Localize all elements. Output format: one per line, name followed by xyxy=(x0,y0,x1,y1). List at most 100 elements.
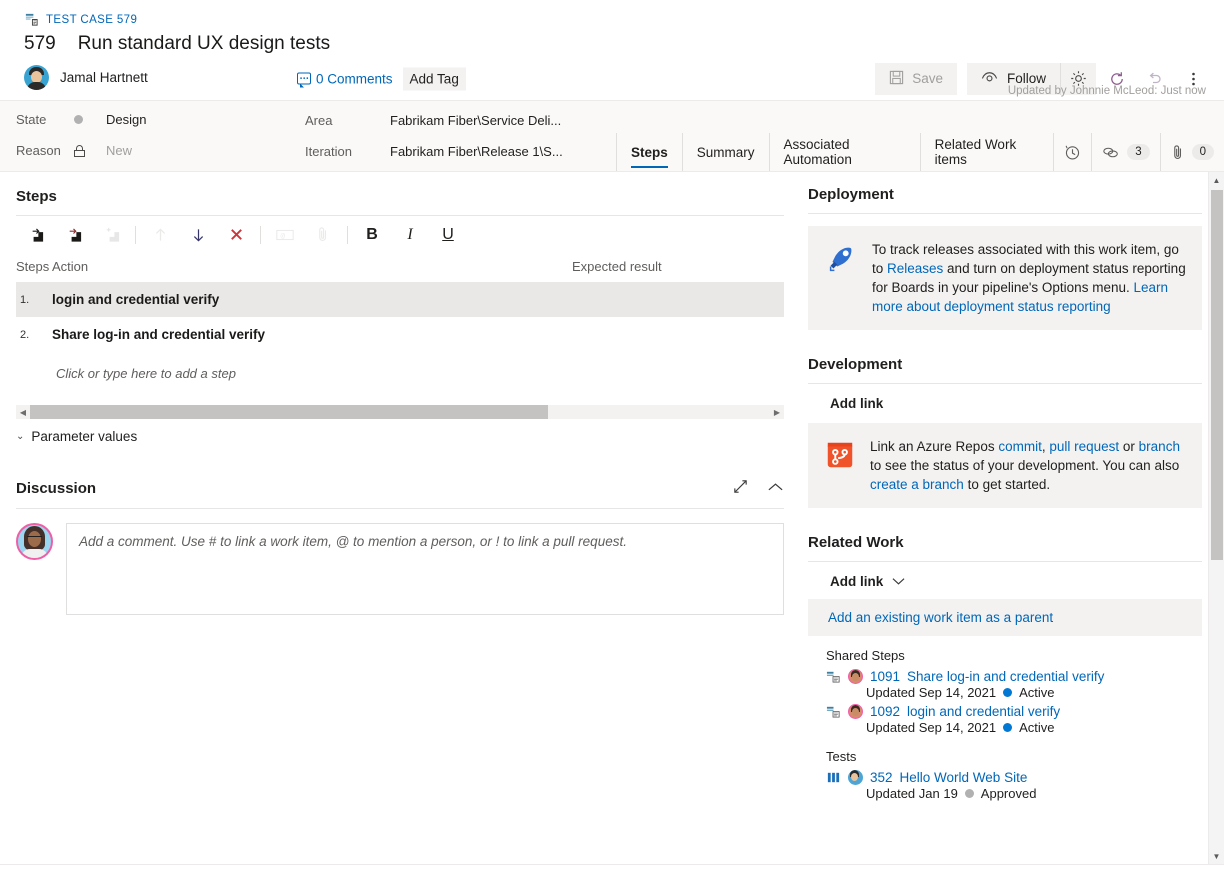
add-parent-card[interactable]: Add an existing work item as a parent xyxy=(808,599,1202,636)
branch-link[interactable]: branch xyxy=(1139,439,1180,454)
link-item-title[interactable]: Share log-in and credential verify xyxy=(907,669,1104,684)
save-button[interactable]: Save xyxy=(875,62,957,95)
scroll-track[interactable] xyxy=(30,405,770,419)
pull-request-link[interactable]: pull request xyxy=(1049,439,1119,454)
breadcrumb[interactable]: TEST CASE 579 xyxy=(0,6,1224,29)
link-item-title[interactable]: Hello World Web Site xyxy=(900,770,1028,785)
create-a-branch-link[interactable]: create a branch xyxy=(870,477,964,492)
work-item-body: Steps @ B I U Steps Action Expected resu… xyxy=(0,172,1224,864)
scroll-left-arrow[interactable]: ◀ xyxy=(16,408,30,417)
comments-and-tags: ••• 0 Comments Add Tag xyxy=(297,67,466,90)
field-area-value[interactable]: Fabrikam Fiber\Service Deli... xyxy=(390,113,561,128)
field-state-label: State xyxy=(16,112,47,127)
shared-steps-icon xyxy=(826,669,841,684)
step-number: 1. xyxy=(20,294,30,306)
add-step-placeholder[interactable]: Click or type here to add a step xyxy=(16,352,784,381)
fields-strip: State Design Reason New Area Fabrikam Fi… xyxy=(0,85,1224,172)
link-item-id[interactable]: 352 xyxy=(870,770,893,785)
deployment-message: To track releases associated with this w… xyxy=(872,240,1186,316)
step-action-text[interactable]: login and credential verify xyxy=(52,292,784,307)
lock-icon xyxy=(74,144,85,157)
steps-horizontal-scrollbar[interactable]: ◀ ▶ xyxy=(16,405,784,419)
comment-input[interactable]: Add a comment. Use # to link a work item… xyxy=(66,523,784,615)
work-item-tabs: Steps Summary Associated Automation Rela… xyxy=(616,131,1224,171)
field-reason-value: New xyxy=(106,143,133,158)
commit-link[interactable]: commit xyxy=(998,439,1042,454)
rocket-icon xyxy=(824,240,858,316)
table-row[interactable]: 1. login and credential verify xyxy=(16,282,784,317)
insert-parameter-icon: @ xyxy=(266,221,304,249)
add-tag-button[interactable]: Add Tag xyxy=(402,67,466,90)
avatar xyxy=(848,704,863,719)
link-item-meta: Updated Sep 14, 2021 Active xyxy=(826,684,1202,700)
list-item[interactable]: 1091 Share log-in and credential verify … xyxy=(808,667,1202,702)
discussion-body: Add a comment. Use # to link a work item… xyxy=(16,509,784,615)
tab-history-icon[interactable] xyxy=(1054,133,1093,171)
steps-table-header: Steps Action Expected result xyxy=(16,253,784,282)
link-item-id[interactable]: 1091 xyxy=(870,669,900,684)
link-item-title[interactable]: login and credential verify xyxy=(907,704,1060,719)
list-item[interactable]: 1092 login and credential verify Updated… xyxy=(808,702,1202,737)
breadcrumb-label[interactable]: TEST CASE 579 xyxy=(46,14,137,26)
title-row: 579 Run standard UX design tests xyxy=(0,29,1224,57)
tab-related-work-items[interactable]: Related Work items xyxy=(921,133,1055,171)
development-text-3: to see the status of your development. Y… xyxy=(870,458,1180,473)
attachments-count: 0 xyxy=(1191,144,1214,160)
link-group-title-tests: Tests xyxy=(826,749,857,764)
tab-summary[interactable]: Summary xyxy=(683,133,770,171)
avatar xyxy=(24,65,49,90)
related-work-add-link-button[interactable]: Add link xyxy=(808,562,1202,589)
tab-steps[interactable]: Steps xyxy=(616,133,683,171)
field-state-value[interactable]: Design xyxy=(106,112,146,127)
field-iteration-value[interactable]: Fabrikam Fiber\Release 1\S... xyxy=(390,144,563,159)
italic-icon[interactable]: I xyxy=(391,221,429,249)
releases-link[interactable]: Releases xyxy=(887,261,943,276)
scroll-up-arrow[interactable]: ▲ xyxy=(1209,172,1224,188)
toolbar-separator xyxy=(135,225,136,244)
chevron-up-icon[interactable] xyxy=(767,481,784,496)
delete-step-icon[interactable] xyxy=(217,221,255,249)
development-add-link-label: Add link xyxy=(830,396,884,411)
table-row[interactable]: 2. Share log-in and credential verify xyxy=(16,317,784,352)
scroll-thumb[interactable] xyxy=(1211,190,1223,560)
steps-table: Steps Action Expected result 1. login an… xyxy=(16,253,784,381)
field-iteration-label: Iteration xyxy=(305,144,352,159)
expand-icon[interactable] xyxy=(732,478,749,498)
tab-attachments-icon[interactable]: 0 xyxy=(1161,133,1224,171)
bold-icon[interactable]: B xyxy=(353,221,391,249)
attach-file-icon xyxy=(304,221,342,249)
tab-links-icon[interactable]: 3 xyxy=(1092,133,1161,171)
avatar xyxy=(848,770,863,785)
list-item[interactable]: 352 Hello World Web Site Updated Jan 19 … xyxy=(808,768,1202,803)
tab-associated-automation[interactable]: Associated Automation xyxy=(770,133,921,171)
development-text-1: Link an Azure Repos xyxy=(870,439,999,454)
assigned-to-name[interactable]: Jamal Hartnett xyxy=(60,70,148,85)
add-existing-parent-link[interactable]: Add an existing work item as a parent xyxy=(828,610,1053,625)
avatar xyxy=(16,523,53,560)
status-dot xyxy=(1003,723,1013,732)
scroll-down-arrow[interactable]: ▼ xyxy=(1209,848,1224,864)
scroll-thumb[interactable] xyxy=(30,405,548,419)
comments-link[interactable]: ••• 0 Comments xyxy=(297,71,393,88)
scroll-right-arrow[interactable]: ▶ xyxy=(770,408,784,417)
link-item-updated: Updated Jan 19 xyxy=(866,786,958,801)
column-steps: Steps xyxy=(16,259,50,274)
deployment-divider xyxy=(808,213,1202,214)
column-expected-result: Expected result xyxy=(572,259,662,274)
link-item-updated: Updated Sep 14, 2021 xyxy=(866,685,997,700)
link-item-id[interactable]: 1092 xyxy=(870,704,900,719)
insert-shared-step-icon[interactable] xyxy=(54,221,92,249)
underline-icon[interactable]: U xyxy=(429,221,467,249)
steps-column: Steps @ B I U Steps Action Expected resu… xyxy=(0,172,800,864)
insert-step-icon[interactable] xyxy=(16,221,54,249)
field-reason-label: Reason xyxy=(16,143,61,158)
test-case-icon xyxy=(24,12,39,27)
work-item-title[interactable]: Run standard UX design tests xyxy=(78,33,330,55)
field-reason: Reason New xyxy=(16,143,132,158)
move-down-icon[interactable] xyxy=(179,221,217,249)
step-action-text[interactable]: Share log-in and credential verify xyxy=(52,327,784,342)
development-add-link-button[interactable]: Add link xyxy=(808,384,1202,411)
parameter-values-label: Parameter values xyxy=(31,429,138,444)
parameter-values-toggle[interactable]: ⌄ Parameter values xyxy=(16,429,784,444)
page-scrollbar[interactable]: ▲ ▼ xyxy=(1208,172,1224,864)
